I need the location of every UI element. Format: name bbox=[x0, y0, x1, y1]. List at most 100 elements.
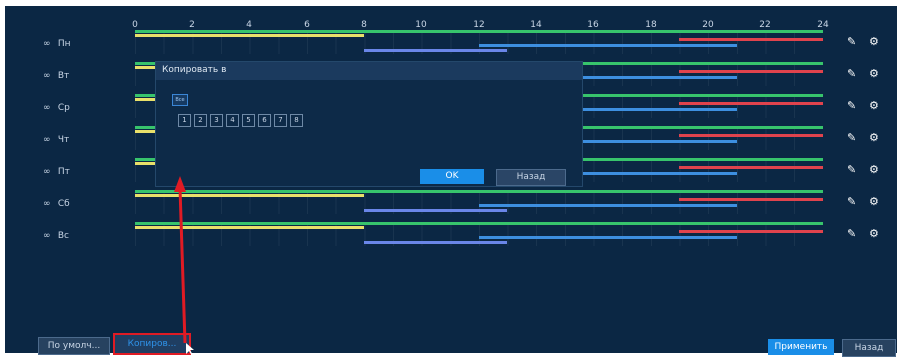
copy-button[interactable]: Копиров... bbox=[113, 333, 191, 355]
gear-icon[interactable]: ⚙ bbox=[869, 131, 879, 144]
pencil-icon[interactable]: ✎ bbox=[847, 67, 856, 80]
schedule-bar[interactable] bbox=[679, 102, 823, 105]
hour-label: 16 bbox=[587, 20, 599, 30]
row-actions: ✎ ⚙ bbox=[847, 35, 887, 51]
day-row-sunday: ∞ Вс ✎ ⚙ bbox=[5, 222, 897, 250]
pencil-icon[interactable]: ✎ bbox=[847, 35, 856, 48]
day-checkbox[interactable]: 5 bbox=[242, 114, 255, 127]
select-all-checkbox[interactable]: Все bbox=[172, 94, 188, 106]
schedule-bar[interactable] bbox=[364, 241, 507, 244]
hour-label: 4 bbox=[246, 20, 252, 30]
schedule-bar[interactable] bbox=[135, 194, 364, 197]
back-button[interactable]: Назад bbox=[842, 339, 896, 357]
day-label: ∞ Вс bbox=[43, 231, 69, 241]
schedule-bar[interactable] bbox=[479, 236, 737, 239]
dialog-back-button[interactable]: Назад bbox=[496, 169, 566, 186]
row-actions: ✎ ⚙ bbox=[847, 99, 887, 115]
gear-icon[interactable]: ⚙ bbox=[869, 67, 879, 80]
day-label: ∞ Вт bbox=[43, 71, 69, 81]
pencil-icon[interactable]: ✎ bbox=[847, 131, 856, 144]
hour-label: 10 bbox=[415, 20, 427, 30]
pencil-icon[interactable]: ✎ bbox=[847, 195, 856, 208]
day-name: Пн bbox=[57, 39, 71, 49]
hour-label: 8 bbox=[361, 20, 367, 30]
pencil-icon[interactable]: ✎ bbox=[847, 163, 856, 176]
dialog-title: Копировать в bbox=[162, 65, 227, 75]
schedule-bar[interactable] bbox=[479, 204, 737, 207]
day-row-saturday: ∞ Сб ✎ ⚙ bbox=[5, 190, 897, 218]
hour-label: 2 bbox=[189, 20, 195, 30]
gear-icon[interactable]: ⚙ bbox=[869, 195, 879, 208]
row-actions: ✎ ⚙ bbox=[847, 131, 887, 147]
hour-label: 22 bbox=[759, 20, 771, 30]
hour-label: 14 bbox=[530, 20, 542, 30]
day-checkbox[interactable]: 8 bbox=[290, 114, 303, 127]
day-label: ∞ Пт bbox=[43, 167, 70, 177]
hour-label: 18 bbox=[645, 20, 657, 30]
schedule-window: 0 2 4 6 8 10 12 14 16 18 20 22 24 ∞ Пн ✎… bbox=[0, 0, 902, 357]
link-icon[interactable]: ∞ bbox=[43, 231, 55, 241]
ok-button[interactable]: OK bbox=[420, 169, 484, 184]
dialog-title-bar: Копировать в bbox=[156, 62, 582, 80]
day-name: Чт bbox=[57, 135, 70, 145]
row-actions: ✎ ⚙ bbox=[847, 227, 887, 243]
schedule-bar[interactable] bbox=[135, 34, 364, 37]
schedule-bar[interactable] bbox=[135, 30, 823, 33]
hour-label: 0 bbox=[132, 20, 138, 30]
pencil-icon[interactable]: ✎ bbox=[847, 227, 856, 240]
schedule-bar[interactable] bbox=[135, 190, 823, 193]
day-checkbox[interactable]: 1 bbox=[178, 114, 191, 127]
link-icon[interactable]: ∞ bbox=[43, 199, 55, 209]
day-name: Сб bbox=[57, 199, 70, 209]
schedule-track[interactable] bbox=[135, 190, 823, 214]
schedule-bar[interactable] bbox=[479, 44, 737, 47]
day-checkbox[interactable]: 4 bbox=[226, 114, 239, 127]
day-checkbox[interactable]: 6 bbox=[258, 114, 271, 127]
day-name: Вс bbox=[57, 231, 69, 241]
schedule-bar[interactable] bbox=[679, 166, 823, 169]
day-name: Пт bbox=[57, 167, 70, 177]
day-name: Вт bbox=[57, 71, 70, 81]
day-checkbox[interactable]: 2 bbox=[194, 114, 207, 127]
row-actions: ✎ ⚙ bbox=[847, 163, 887, 179]
row-actions: ✎ ⚙ bbox=[847, 67, 887, 83]
pencil-icon[interactable]: ✎ bbox=[847, 99, 856, 112]
gear-icon[interactable]: ⚙ bbox=[869, 35, 879, 48]
day-checkbox[interactable]: 3 bbox=[210, 114, 223, 127]
link-icon[interactable]: ∞ bbox=[43, 103, 55, 113]
schedule-bar[interactable] bbox=[679, 38, 823, 41]
link-icon[interactable]: ∞ bbox=[43, 39, 55, 49]
day-label: ∞ Чт bbox=[43, 135, 69, 145]
hour-label: 6 bbox=[304, 20, 310, 30]
schedule-bar[interactable] bbox=[135, 222, 823, 225]
day-checkbox[interactable]: 7 bbox=[274, 114, 287, 127]
gear-icon[interactable]: ⚙ bbox=[869, 99, 879, 112]
schedule-bar[interactable] bbox=[679, 198, 823, 201]
schedule-bar[interactable] bbox=[679, 230, 823, 233]
schedule-bar[interactable] bbox=[364, 49, 507, 52]
row-actions: ✎ ⚙ bbox=[847, 195, 887, 211]
apply-button[interactable]: Применить bbox=[768, 339, 834, 355]
hour-label: 12 bbox=[473, 20, 485, 30]
link-icon[interactable]: ∞ bbox=[43, 71, 55, 81]
hour-label: 24 bbox=[817, 20, 829, 30]
day-label: ∞ Пн bbox=[43, 39, 71, 49]
day-label: ∞ Ср bbox=[43, 103, 70, 113]
schedule-panel: 0 2 4 6 8 10 12 14 16 18 20 22 24 ∞ Пн ✎… bbox=[5, 6, 897, 353]
schedule-track[interactable] bbox=[135, 222, 823, 246]
schedule-bar[interactable] bbox=[679, 70, 823, 73]
default-button[interactable]: По умолч... bbox=[38, 337, 110, 355]
day-name: Ср bbox=[57, 103, 70, 113]
schedule-bar[interactable] bbox=[135, 226, 364, 229]
schedule-track[interactable] bbox=[135, 30, 823, 54]
link-icon[interactable]: ∞ bbox=[43, 135, 55, 145]
gear-icon[interactable]: ⚙ bbox=[869, 163, 879, 176]
link-icon[interactable]: ∞ bbox=[43, 167, 55, 177]
schedule-bar[interactable] bbox=[679, 134, 823, 137]
hour-label: 20 bbox=[702, 20, 714, 30]
day-label: ∞ Сб bbox=[43, 199, 70, 209]
copy-dialog: Копировать в Все 1 2 3 4 5 6 7 8 OK Наза… bbox=[155, 61, 583, 187]
day-row-monday: ∞ Пн ✎ ⚙ bbox=[5, 30, 897, 58]
schedule-bar[interactable] bbox=[364, 209, 507, 212]
gear-icon[interactable]: ⚙ bbox=[869, 227, 879, 240]
